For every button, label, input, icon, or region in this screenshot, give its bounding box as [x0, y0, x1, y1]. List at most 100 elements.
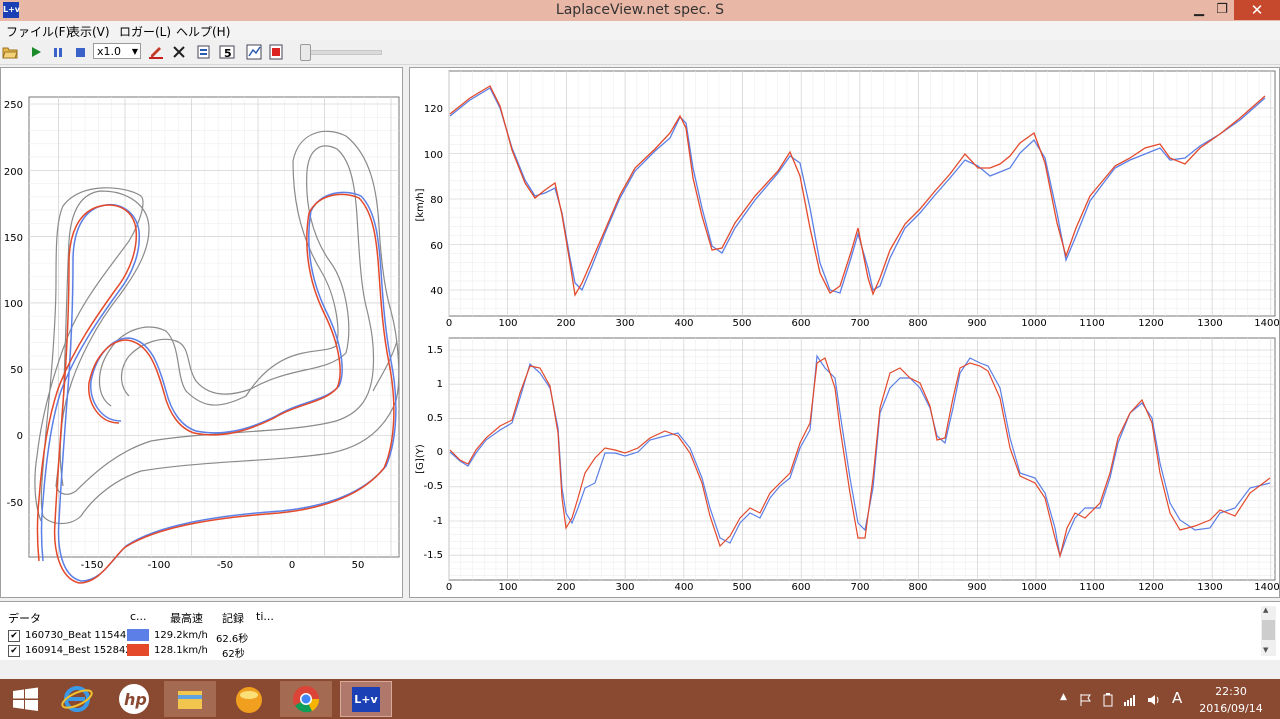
laplaceview-taskbar-button[interactable]: L+v — [340, 681, 392, 717]
clock-time[interactable]: 22:30 — [1198, 685, 1264, 698]
col-header-max-speed[interactable]: 最高速 — [170, 610, 203, 626]
g-plot-area — [448, 337, 1276, 581]
speed-y-label: [km/h] — [415, 188, 426, 221]
open-folder-icon[interactable] — [2, 44, 18, 60]
track-map-chart[interactable]: 250 200 150 100 50 0 -50 -150 -100 -50 0… — [1, 68, 402, 597]
charts-panel[interactable]: [km/h] 120 100 80 60 40 0 100 200 300 40… — [409, 67, 1280, 598]
slider-thumb[interactable] — [300, 44, 311, 61]
g-ytick: -1.5 — [423, 550, 443, 561]
speed-xtick: 600 — [791, 318, 810, 329]
g-ytick: -1 — [433, 516, 443, 527]
svg-text:5: 5 — [224, 47, 232, 60]
clock-date[interactable]: 2016/09/14 — [1194, 702, 1268, 715]
table-scrollbar[interactable]: ▲ ▼ — [1261, 606, 1276, 656]
speed-xtick: 300 — [615, 318, 634, 329]
signal-icon[interactable] — [1122, 692, 1138, 708]
chrome-icon[interactable] — [280, 681, 332, 717]
map-xtick-0: 0 — [289, 560, 295, 571]
export-icon[interactable] — [196, 44, 212, 60]
row1-color-swatch[interactable] — [127, 629, 149, 641]
close-button[interactable]: ✕ — [1234, 0, 1280, 20]
scroll-thumb[interactable] — [1262, 620, 1275, 640]
col-header-data[interactable]: データ — [8, 610, 41, 626]
col-header-time[interactable]: ti... — [256, 610, 274, 623]
speed-xtick: 1100 — [1079, 318, 1104, 329]
flag-icon[interactable] — [1078, 692, 1094, 708]
speed-xtick: 1200 — [1138, 318, 1163, 329]
g-xtick: 500 — [732, 582, 751, 593]
row1-name[interactable]: 160730_Beat 115448 — [25, 630, 133, 641]
speed-y-ticks: 120 100 80 60 40 — [424, 104, 443, 297]
menu-file[interactable]: ファイル(F) — [6, 23, 70, 40]
map-x-ticks: -150 -100 -50 0 50 — [81, 560, 365, 571]
map-xtick-neg50: -50 — [217, 560, 233, 571]
pause-icon[interactable] — [50, 44, 66, 60]
play-icon[interactable] — [28, 44, 44, 60]
speed-ytick-40: 40 — [430, 286, 443, 297]
scroll-up-icon[interactable]: ▲ — [1263, 606, 1268, 614]
g-xtick: 1400 — [1254, 582, 1279, 593]
file-explorer-icon[interactable] — [164, 681, 216, 717]
g-xtick: 1300 — [1197, 582, 1222, 593]
menu-view[interactable]: 表示(V) — [68, 23, 110, 40]
menu-help[interactable]: ヘルプ(H) — [176, 23, 230, 40]
telemetry-charts[interactable]: [km/h] 120 100 80 60 40 0 100 200 300 40… — [410, 68, 1280, 597]
track-map-panel[interactable]: 250 200 150 100 50 0 -50 -150 -100 -50 0… — [0, 67, 403, 598]
pdf-icon[interactable] — [268, 44, 284, 60]
speed-ytick-120: 120 — [424, 104, 443, 115]
g-xtick: 600 — [791, 582, 810, 593]
map-plot-area — [28, 96, 400, 558]
orange-app-icon[interactable] — [223, 681, 275, 717]
speed-x-ticks: 0 100 200 300 400 500 600 700 800 900 10… — [446, 318, 1280, 329]
delete-icon[interactable] — [171, 44, 187, 60]
volume-icon[interactable] — [1146, 692, 1162, 708]
g-xtick: 100 — [498, 582, 517, 593]
map-xtick-neg100: -100 — [148, 560, 171, 571]
speed-xtick: 800 — [908, 318, 927, 329]
hp-icon[interactable]: hp — [108, 681, 160, 717]
zoom-select[interactable]: x1.0 ▼ — [93, 43, 141, 59]
position-slider[interactable] — [305, 50, 382, 55]
g-xtick: 300 — [615, 582, 634, 593]
row2-checkbox[interactable]: ✔ — [8, 645, 20, 657]
row2-color-swatch[interactable] — [127, 644, 149, 656]
g-y-ticks: 1.5 1 0.5 0 -0.5 -1 -1.5 — [423, 345, 443, 561]
row1-checkbox[interactable]: ✔ — [8, 630, 20, 642]
svg-text:hp: hp — [124, 690, 147, 709]
menu-bar: ファイル(F) 表示(V) ロガー(L) ヘルプ(H) — [0, 21, 1280, 40]
tray-expand-icon[interactable]: ▲ — [1060, 692, 1067, 702]
g-ytick: 0 — [437, 447, 443, 458]
speed-ytick-80: 80 — [430, 195, 443, 206]
menu-logger[interactable]: ロガー(L) — [119, 23, 171, 40]
battery-icon[interactable] — [1100, 692, 1116, 708]
g-ytick: 0.5 — [427, 413, 443, 424]
col-header-color[interactable]: c... — [130, 610, 147, 623]
chart-icon[interactable] — [246, 44, 262, 60]
row2-name[interactable]: 160914_Best 152842 — [25, 645, 132, 656]
g-xtick: 0 — [446, 582, 452, 593]
stop-icon[interactable] — [72, 44, 88, 60]
row2-max-speed: 128.1km/h — [154, 645, 208, 656]
map-ytick-100: 100 — [4, 299, 23, 310]
g-xtick: 1000 — [1021, 582, 1046, 593]
windows-icon[interactable] — [0, 681, 52, 717]
scroll-down-icon[interactable]: ▼ — [1263, 646, 1268, 654]
speed-xtick: 1300 — [1197, 318, 1222, 329]
five-icon[interactable]: 5 — [219, 44, 235, 60]
row1-max-speed: 129.2km/h — [154, 630, 208, 641]
maximize-button[interactable]: ❐ — [1208, 0, 1236, 20]
speed-xtick: 900 — [967, 318, 986, 329]
speed-xtick: 1400 — [1254, 318, 1279, 329]
ime-indicator[interactable]: A — [1172, 689, 1182, 707]
col-header-record[interactable]: 記録 — [222, 610, 244, 626]
g-xtick: 900 — [967, 582, 986, 593]
map-ytick-250: 250 — [4, 100, 23, 111]
g-ytick: 1.5 — [427, 345, 443, 356]
g-ytick: -0.5 — [423, 481, 443, 492]
ie-icon[interactable] — [51, 681, 103, 717]
window-title: LaplaceView.net spec. S — [555, 2, 725, 18]
draw-icon[interactable] — [148, 44, 164, 60]
map-xtick-neg150: -150 — [81, 560, 104, 571]
speed-ytick-60: 60 — [430, 241, 443, 252]
speed-xtick: 400 — [674, 318, 693, 329]
